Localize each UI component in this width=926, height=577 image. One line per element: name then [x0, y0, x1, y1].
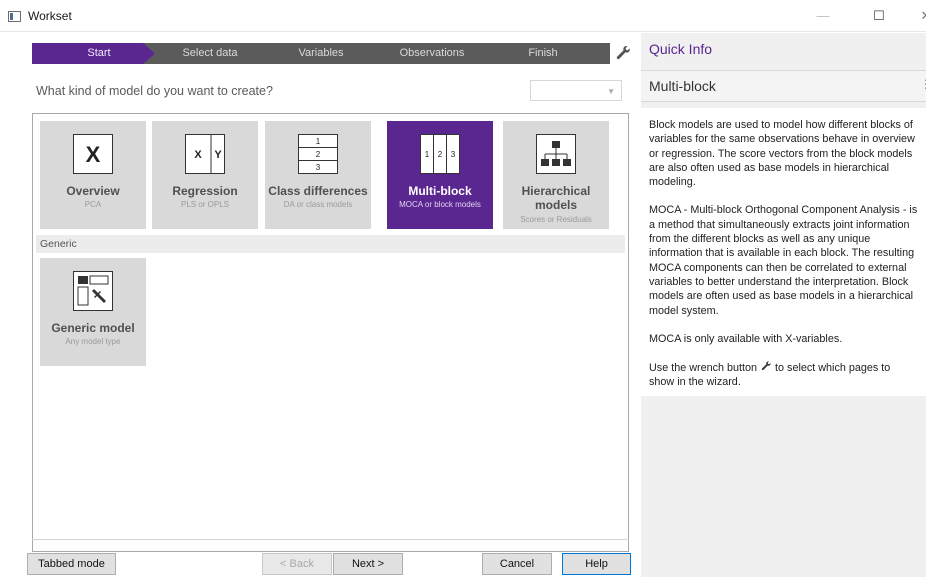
- more-options-icon[interactable]: ⋮: [920, 77, 926, 91]
- help-button[interactable]: Help: [562, 553, 631, 575]
- wizard-steps: Start Select data Variables Observations…: [32, 43, 610, 64]
- tile-subtitle: DA or class models: [283, 200, 353, 209]
- minimize-button[interactable]: —: [800, 0, 846, 32]
- tile-subtitle: Scores or Residuals: [520, 215, 592, 224]
- tile-class-differences[interactable]: 1 2 3 Class differences DA or class mode…: [265, 121, 371, 229]
- x-letter-icon: X: [73, 134, 113, 174]
- tile-subtitle: Any model type: [65, 337, 121, 346]
- x-label: X: [194, 149, 202, 161]
- info-paragraph: MOCA - Multi-block Orthogonal Component …: [649, 204, 918, 317]
- step-observations[interactable]: Observations: [365, 43, 499, 64]
- tile-title: Hierarchical models: [521, 184, 591, 212]
- x-y-split-icon: X Y: [185, 134, 225, 174]
- cancel-button[interactable]: Cancel: [482, 553, 552, 575]
- wrench-icon: [761, 361, 771, 371]
- wrench-text-before: Use the wrench button: [649, 362, 758, 375]
- wrench-icon[interactable]: [614, 44, 632, 62]
- tile-title: Multi-block: [408, 184, 472, 198]
- tile-title: Overview: [66, 184, 120, 198]
- tile-title: Generic model: [51, 321, 135, 335]
- tabbed-mode-button[interactable]: Tabbed mode: [27, 553, 116, 575]
- step-select-data[interactable]: Select data: [143, 43, 277, 64]
- class-3-label: 3: [316, 163, 321, 172]
- tile-title: Class differences: [268, 184, 368, 198]
- close-button[interactable]: ✕: [903, 0, 926, 32]
- filter-dropdown[interactable]: ▼: [530, 80, 622, 101]
- step-variables[interactable]: Variables: [254, 43, 388, 64]
- tile-regression[interactable]: X Y Regression PLS or OPLS: [152, 121, 258, 229]
- app-icon: [8, 11, 21, 22]
- group-header-generic: Generic: [36, 235, 625, 253]
- window-title: Workset: [28, 9, 72, 23]
- maximize-button[interactable]: ☐: [856, 0, 902, 32]
- tile-hierarchical-models[interactable]: Hierarchical models Scores or Residuals: [503, 121, 609, 229]
- block-3-label: 3: [451, 150, 456, 159]
- x-letter: X: [86, 142, 101, 167]
- quick-info-pane: Quick Info Multi-block ⋮ Block models ar…: [641, 33, 926, 577]
- quick-info-section-title: Multi-block: [649, 78, 716, 94]
- quick-info-body: Block models are used to model how diffe…: [641, 108, 926, 396]
- block-2-label: 2: [438, 150, 443, 159]
- block-1-label: 1: [425, 150, 430, 159]
- tile-title: Regression: [172, 184, 238, 198]
- wizard-pane: Start Select data Variables Observations…: [0, 33, 641, 577]
- generic-model-icon: [73, 271, 113, 311]
- tile-multi-block[interactable]: 1 2 3 Multi-block MOCA or block models: [387, 121, 493, 229]
- chevron-down-icon: ▼: [607, 87, 615, 96]
- multi-block-icon: 1 2 3: [420, 134, 460, 174]
- quick-info-title: Quick Info: [649, 41, 713, 57]
- step-start[interactable]: Start: [32, 43, 166, 64]
- info-paragraph: MOCA is only available with X-variables.: [649, 332, 843, 345]
- hierarchy-tree-icon: [536, 134, 576, 174]
- info-paragraph: Block models are used to model how diffe…: [649, 119, 915, 189]
- model-question: What kind of model do you want to create…: [36, 84, 273, 98]
- workset-window: Workset — ☐ ✕ Start Select data Variable…: [0, 0, 926, 577]
- tile-subtitle: PLS or OPLS: [180, 200, 230, 209]
- tile-generic-model[interactable]: Generic model Any model type: [40, 258, 146, 366]
- info-paragraph-wrench: Use the wrench button to select which pa…: [649, 360, 918, 390]
- step-finish[interactable]: Finish: [476, 43, 610, 64]
- next-button[interactable]: Next >: [333, 553, 403, 575]
- class-2-label: 2: [316, 150, 321, 159]
- model-type-panel: X Overview PCA X Y Regression PLS or OPL…: [32, 113, 629, 552]
- back-button[interactable]: < Back: [262, 553, 332, 575]
- tile-overview[interactable]: X Overview PCA: [40, 121, 146, 229]
- tile-subtitle: PCA: [84, 200, 102, 209]
- y-label: Y: [214, 149, 222, 161]
- title-bar: Workset — ☐ ✕: [0, 0, 926, 32]
- tile-subtitle: MOCA or block models: [399, 200, 481, 209]
- quick-info-section: Multi-block ⋮: [641, 70, 926, 102]
- divider: [32, 539, 629, 540]
- stacked-classes-icon: 1 2 3: [298, 134, 338, 174]
- class-1-label: 1: [316, 137, 321, 146]
